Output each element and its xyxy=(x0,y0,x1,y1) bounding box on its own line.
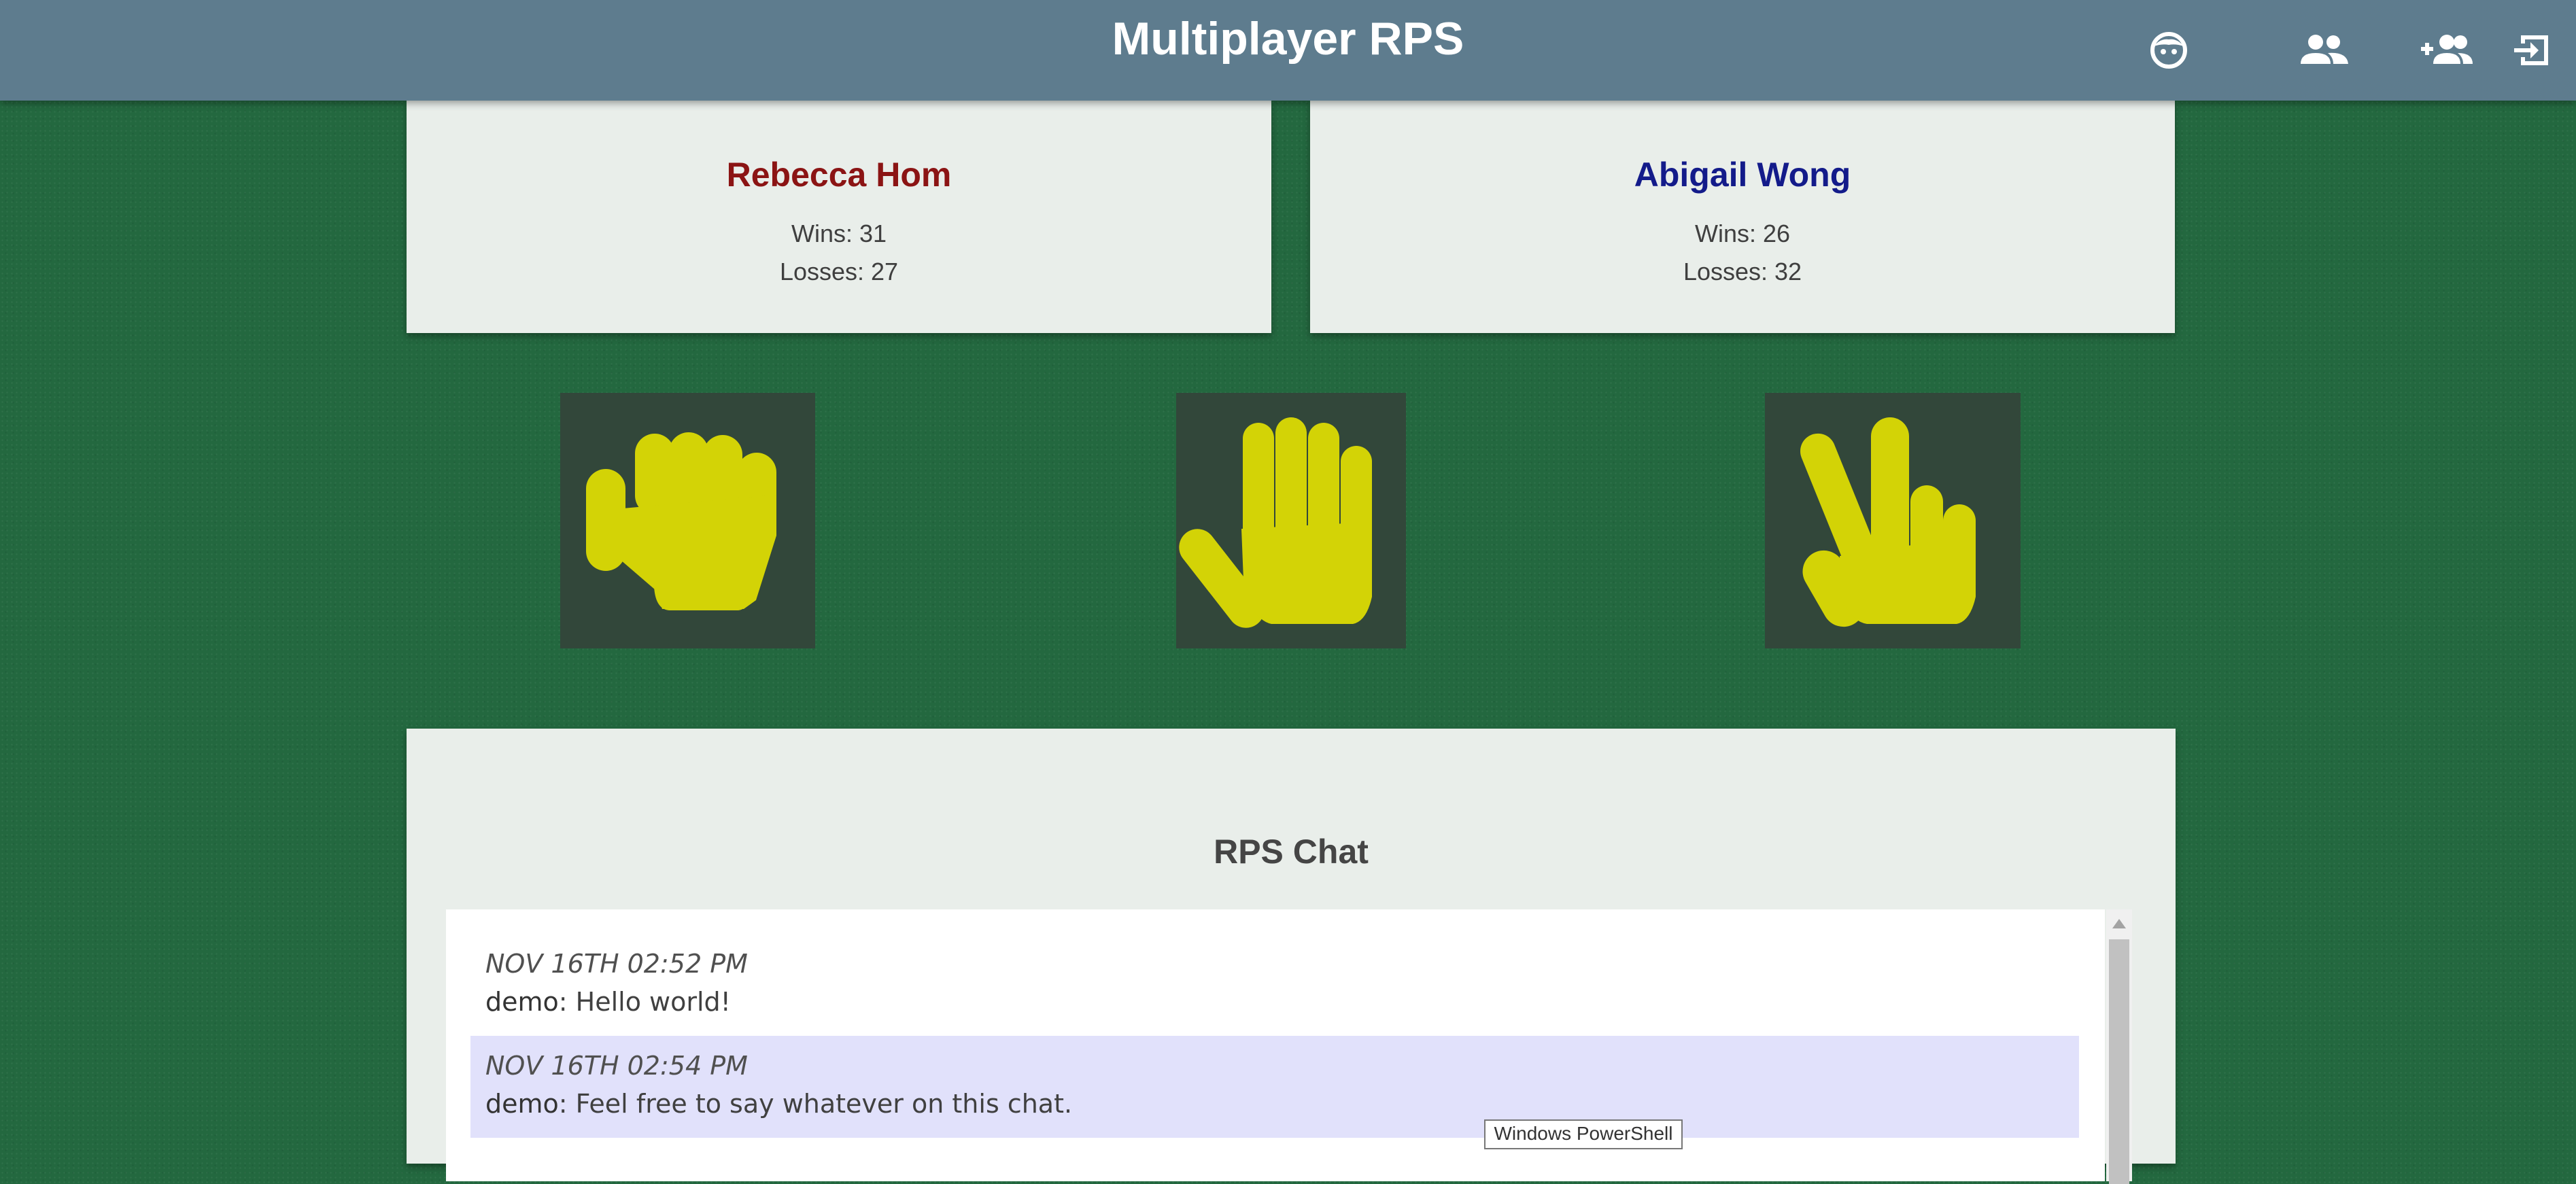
message-line: demo: Hello world! xyxy=(485,987,731,1017)
message-user: demo xyxy=(485,987,559,1017)
paper-icon xyxy=(1179,417,1372,628)
chat-title: RPS Chat xyxy=(1214,833,1369,871)
taskbar-tooltip: Windows PowerShell xyxy=(1484,1119,1683,1149)
scroll-thumb[interactable] xyxy=(2109,939,2129,1184)
chat-message: NOV 16TH 02:52 PM demo: Hello world! xyxy=(470,934,2079,1036)
top-nav-bar: Multiplayer RPS xyxy=(0,0,2576,101)
message-text: : Feel free to say whatever on this chat… xyxy=(558,1089,1073,1119)
opponent-losses: Losses: 32 xyxy=(1683,258,1802,285)
message-time: NOV 16TH 02:52 PM xyxy=(485,949,748,979)
player-card-2: Abigail Wong Wins: 26 Losses: 32 xyxy=(1310,101,2175,333)
paper-button[interactable] xyxy=(1176,393,1406,648)
opponent-wins: Wins: 26 xyxy=(1694,220,1791,247)
message-time: NOV 16TH 02:54 PM xyxy=(485,1051,748,1081)
chat-log[interactable]: NOV 16TH 02:52 PM demo: Hello world! NOV… xyxy=(446,909,2105,1181)
profile-icon[interactable] xyxy=(2144,26,2193,75)
scroll-up-icon[interactable] xyxy=(2112,919,2126,928)
player-card-1: Rebecca Hom Wins: 31 Losses: 27 xyxy=(407,101,1271,333)
player-wins: Wins: 31 xyxy=(791,220,887,247)
message-line: demo: Feel free to say whatever on this … xyxy=(485,1089,1072,1119)
player-name: Rebecca Hom xyxy=(726,156,952,194)
message-text: : Hello world! xyxy=(558,987,731,1017)
player-losses: Losses: 27 xyxy=(779,258,899,285)
message-user: demo xyxy=(485,1089,559,1119)
players-icon[interactable] xyxy=(2297,26,2351,75)
opponent-name: Abigail Wong xyxy=(1634,156,1851,194)
chat-message: NOV 16TH 02:54 PM demo: Feel free to say… xyxy=(470,1036,2079,1138)
scissors-icon xyxy=(1800,417,1976,627)
chat-panel: RPS Chat NOV 16TH 02:52 PM demo: Hello w… xyxy=(407,729,2176,1184)
logout-icon[interactable] xyxy=(2511,26,2556,75)
chat-scrollbar[interactable] xyxy=(2106,909,2132,1184)
scissors-button[interactable] xyxy=(1765,393,2021,648)
add-player-icon[interactable] xyxy=(2418,26,2474,75)
rock-button[interactable] xyxy=(560,393,815,648)
rock-icon xyxy=(586,432,776,610)
